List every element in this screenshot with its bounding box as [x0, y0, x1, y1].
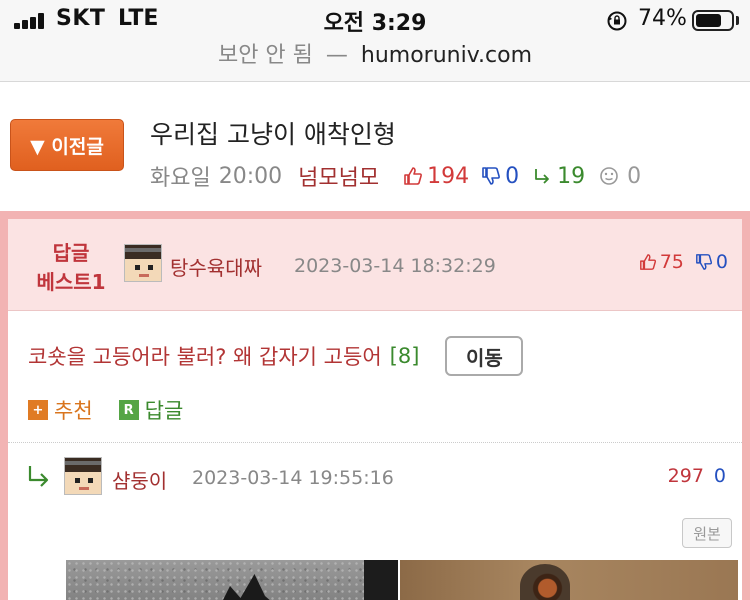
post-upvote-count: 194 — [427, 163, 470, 189]
reply-votes: 297 0 — [668, 465, 726, 487]
best-downvotes: 0 — [695, 251, 728, 273]
battery-nub — [736, 16, 739, 25]
best-comment-author[interactable]: 탕수육대짜 — [170, 252, 262, 281]
thumbs-down-icon — [695, 254, 712, 270]
best-reply-badge: 답글 베스트1 — [16, 239, 126, 297]
status-bar: SKT LTE 오전 3:29 74% — [0, 0, 750, 42]
best-upvotes: 75 — [639, 251, 684, 273]
rotation-lock-icon — [607, 11, 627, 31]
post-downvote-count: 0 — [505, 163, 520, 189]
post-view-count: 0 — [627, 163, 642, 189]
url-separator: — — [325, 43, 348, 68]
avatar — [124, 244, 162, 282]
best-comment-body: 코숏을 고등어라 불러? 왜 갑자기 고등어 [8] 이동 — [28, 336, 524, 376]
reply-arrow-icon — [535, 169, 550, 184]
battery-percent: 74% — [638, 6, 687, 31]
move-button[interactable]: 이동 — [445, 336, 524, 376]
post-views: 0 — [599, 164, 641, 189]
battery-level-fill — [696, 14, 722, 27]
reply-date: 2023-03-14 19:55:16 — [192, 467, 394, 489]
reply-button[interactable]: R 답글 — [118, 395, 184, 425]
recommend-button[interactable]: + 추천 — [28, 395, 93, 425]
original-image-button[interactable]: 원본 — [682, 518, 732, 548]
view-face-icon — [600, 167, 618, 185]
post-time: 20:00 — [218, 163, 283, 189]
reply-arrow-icon — [28, 466, 49, 487]
best-badge-line1: 답글 — [52, 241, 90, 265]
recommend-label: 추천 — [54, 399, 93, 423]
post-meta: 화요일 20:00 넘모넘모 194 0 19 0 — [150, 160, 641, 192]
reply-r-icon: R — [118, 400, 139, 420]
best-comment-text: 코숏을 고등어라 불러? 왜 갑자기 고등어 — [28, 345, 382, 369]
comment-actions: + 추천 R 답글 — [28, 395, 209, 425]
best-comment-date: 2023-03-14 18:32:29 — [294, 255, 496, 277]
best-comment-votes: 75 0 — [639, 251, 728, 273]
reply-label: 답글 — [144, 399, 184, 423]
best-comment-reply-count: [8] — [389, 344, 420, 368]
thumbs-down-icon — [482, 167, 501, 185]
reply-header: 샴둥이 2023-03-14 19:55:16 297 0 — [8, 455, 742, 499]
thumbs-up-icon — [639, 254, 656, 270]
thumbs-up-icon — [404, 167, 423, 185]
reply-downvote-count: 0 — [713, 465, 726, 487]
best-comment-header: 답글 베스트1 탕수육대짜 2023-03-14 18:32:29 75 0 — [8, 219, 742, 311]
insecure-label: 보안 안 됨 — [217, 43, 313, 68]
post-title: 우리집 고냥이 애착인형 — [150, 120, 396, 149]
post-day: 화요일 — [150, 166, 211, 191]
reply-author[interactable]: 샴둥이 — [112, 465, 167, 494]
shoe-shape — [364, 560, 398, 600]
post-replies: 19 — [533, 164, 585, 189]
comment-divider — [8, 442, 742, 443]
url-bar[interactable]: 보안 안 됨 — humoruniv.com — [0, 42, 750, 82]
previous-post-button[interactable]: ▼ 이전글 — [10, 119, 124, 171]
reply-upvote-count: 297 — [667, 465, 704, 487]
post-downvotes: 0 — [481, 164, 519, 189]
post-upvotes: 194 — [403, 164, 469, 189]
plus-icon: + — [28, 400, 48, 420]
best-badge-line2: 베스트1 — [36, 270, 106, 294]
battery-icon — [692, 10, 734, 31]
attached-photo-fish[interactable] — [400, 560, 738, 600]
post-header: ▼ 이전글 우리집 고냥이 애착인형 화요일 20:00 넘모넘모 194 0 … — [0, 95, 750, 211]
post-author[interactable]: 넘모넘모 — [298, 160, 379, 192]
avatar — [64, 457, 102, 495]
fish-toy-shape — [520, 564, 570, 600]
best-upvote-count: 75 — [659, 251, 684, 273]
attached-photo-cat[interactable] — [66, 560, 398, 600]
post-reply-count: 19 — [557, 163, 586, 189]
url-domain: humoruniv.com — [360, 43, 533, 68]
best-comment-box: 답글 베스트1 탕수육대짜 2023-03-14 18:32:29 75 0 코… — [0, 211, 750, 600]
best-downvote-count: 0 — [715, 251, 728, 273]
